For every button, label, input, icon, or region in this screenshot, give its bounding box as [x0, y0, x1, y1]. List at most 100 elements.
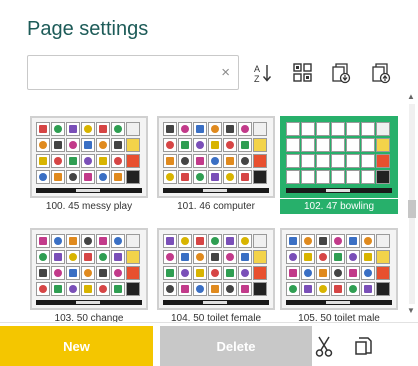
- thumbnail-cell: [66, 266, 80, 280]
- thumbnail-cell: [346, 282, 360, 296]
- symbol-glyph: [39, 157, 47, 165]
- svg-text:A: A: [254, 64, 260, 74]
- import-page-icon[interactable]: [330, 62, 352, 84]
- symbol-glyph: [99, 237, 107, 245]
- thumbnail-cell: [286, 266, 300, 280]
- thumbnail-cell: [66, 138, 80, 152]
- thumbnail-cell: [361, 170, 375, 184]
- thumbnail-cell: [301, 122, 315, 136]
- thumbnail-cell: [331, 266, 345, 280]
- thumbnail-cell: [111, 282, 125, 296]
- thumbnail-cell: [36, 170, 50, 184]
- search-box[interactable]: ×: [27, 55, 239, 90]
- search-input[interactable]: [34, 62, 214, 84]
- thumbnail-cell: [126, 154, 140, 168]
- page-card[interactable]: 105. 50 toilet male: [280, 228, 398, 322]
- symbol-glyph: [319, 237, 327, 245]
- symbol-glyph: [304, 269, 312, 277]
- thumbnail-cell: [238, 282, 252, 296]
- sort-az-icon[interactable]: A Z: [252, 62, 274, 84]
- thumbnail-cell: [346, 170, 360, 184]
- thumbnail-cell: [193, 250, 207, 264]
- thumbnail-cell: [51, 154, 65, 168]
- symbol-glyph: [226, 285, 234, 293]
- symbol-glyph: [114, 237, 122, 245]
- symbol-glyph: [84, 157, 92, 165]
- symbol-glyph: [166, 173, 174, 181]
- symbol-glyph: [166, 157, 174, 165]
- scrollbar-thumb[interactable]: [408, 200, 416, 218]
- symbol-glyph: [226, 269, 234, 277]
- thumbnail-cell: [253, 154, 267, 168]
- symbol-glyph: [334, 253, 342, 261]
- thumbnail-cell: [238, 266, 252, 280]
- symbol-glyph: [349, 253, 357, 261]
- thumbnail-footer-bar: [286, 188, 392, 193]
- scroll-down-icon[interactable]: ▼: [407, 306, 415, 315]
- page-card[interactable]: 103. 50 change: [30, 228, 148, 322]
- thumbnail-cell: [238, 138, 252, 152]
- symbol-glyph: [241, 157, 249, 165]
- thumbnail-cell: [208, 282, 222, 296]
- copy-icon[interactable]: [352, 334, 376, 358]
- symbol-glyph: [211, 157, 219, 165]
- symbol-glyph: [181, 173, 189, 181]
- symbol-glyph: [196, 141, 204, 149]
- delete-page-button[interactable]: Delete: [160, 326, 312, 366]
- symbol-glyph: [196, 157, 204, 165]
- symbol-glyph: [319, 269, 327, 277]
- page-label: 101. 46 computer: [177, 201, 255, 212]
- thumbnail-cell: [126, 266, 140, 280]
- symbol-glyph: [39, 237, 47, 245]
- symbol-glyph: [39, 269, 47, 277]
- thumbnail-cell: [66, 250, 80, 264]
- symbol-glyph: [226, 237, 234, 245]
- thumbnail-cell: [51, 250, 65, 264]
- thumbnail-cell: [178, 170, 192, 184]
- thumbnail-cell: [66, 170, 80, 184]
- symbol-glyph: [196, 173, 204, 181]
- clear-search-icon[interactable]: ×: [221, 64, 230, 81]
- scissors-icon[interactable]: [312, 334, 336, 358]
- thumbnail-cell: [376, 170, 390, 184]
- page-card[interactable]: 100. 45 messy play: [30, 116, 148, 218]
- page-card[interactable]: 102. 47 bowling: [280, 116, 398, 218]
- page-thumbnail: [157, 116, 275, 198]
- thumbnail-cell: [346, 154, 360, 168]
- thumbnail-cell: [238, 234, 252, 248]
- grid-view-icon[interactable]: [292, 62, 314, 84]
- thumbnail-cell: [301, 154, 315, 168]
- thumbnail-cell: [238, 170, 252, 184]
- thumbnail-cell: [51, 282, 65, 296]
- export-page-icon[interactable]: [370, 62, 392, 84]
- symbol-glyph: [69, 253, 77, 261]
- thumbnail-cell: [301, 282, 315, 296]
- thumbnail-cell: [253, 170, 267, 184]
- symbol-glyph: [166, 285, 174, 293]
- new-page-button[interactable]: New: [0, 326, 153, 366]
- symbol-glyph: [166, 237, 174, 245]
- thumbnail-cell: [316, 234, 330, 248]
- thumbnail-cell: [316, 170, 330, 184]
- symbol-glyph: [39, 141, 47, 149]
- symbol-glyph: [304, 253, 312, 261]
- symbol-glyph: [364, 237, 372, 245]
- symbol-glyph: [69, 237, 77, 245]
- page-title: Page settings: [27, 18, 149, 40]
- thumbnail-cell: [223, 138, 237, 152]
- symbol-glyph: [181, 237, 189, 245]
- symbol-glyph: [181, 253, 189, 261]
- symbol-glyph: [289, 237, 297, 245]
- scroll-up-icon[interactable]: ▲: [407, 92, 415, 101]
- symbol-glyph: [334, 237, 342, 245]
- thumbnail-footer-bar: [286, 300, 392, 305]
- symbol-glyph: [39, 253, 47, 261]
- thumbnail-cell: [126, 138, 140, 152]
- thumbnail-footer-bar: [36, 300, 142, 305]
- thumbnail-cell: [96, 282, 110, 296]
- page-card[interactable]: 104. 50 toilet female: [157, 228, 275, 322]
- page-card[interactable]: 101. 46 computer: [157, 116, 275, 218]
- page-list-scrollbar[interactable]: ▲ ▼: [407, 92, 417, 320]
- thumbnail-cell: [208, 234, 222, 248]
- symbol-glyph: [349, 237, 357, 245]
